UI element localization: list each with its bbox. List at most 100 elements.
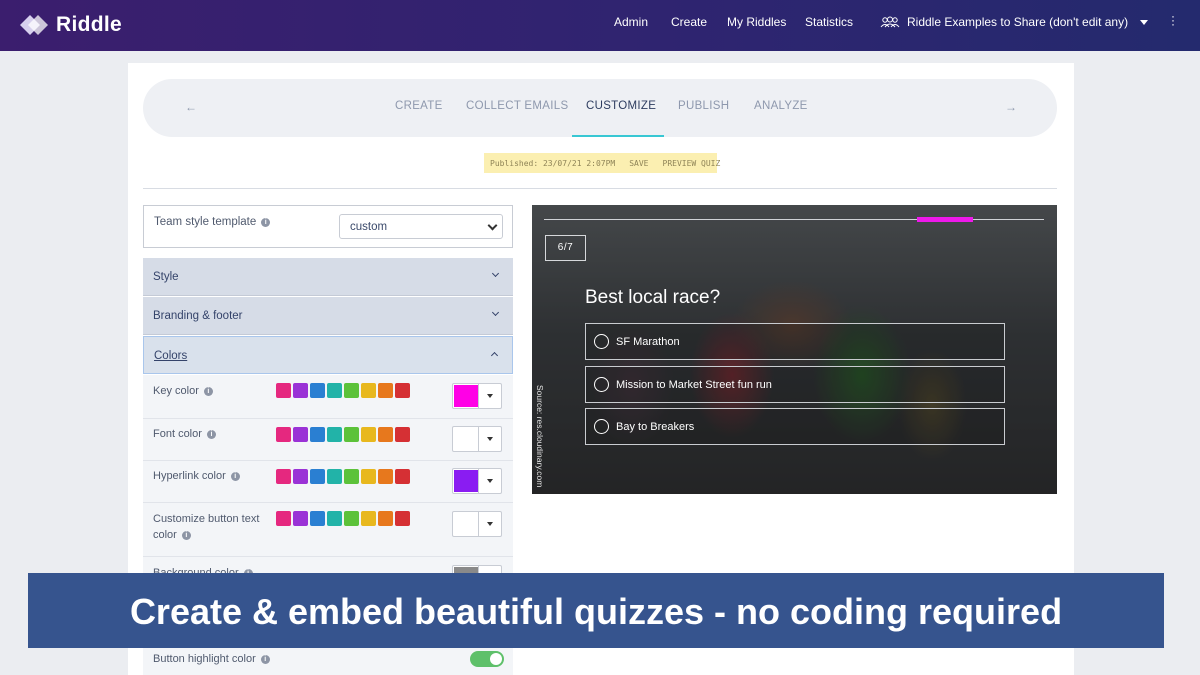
preview-quiz-button[interactable]: PREVIEW QUIZ [663,159,721,168]
info-icon[interactable]: i [203,387,213,396]
info-icon[interactable]: i [261,218,271,227]
button-text-color-picker[interactable] [452,511,502,537]
step-publish[interactable]: PUBLISH [678,100,729,112]
color-swatch[interactable] [378,383,393,398]
color-swatch[interactable] [327,469,342,484]
color-swatch[interactable] [395,383,410,398]
button-highlight-toggle[interactable] [470,651,504,667]
hyperlink-color-picker[interactable] [452,468,502,494]
answer-option[interactable]: Bay to Breakers [585,408,1005,445]
color-swatch[interactable] [378,469,393,484]
font-color-preview [454,428,478,450]
color-swatch[interactable] [378,511,393,526]
color-swatch[interactable] [395,469,410,484]
font-color-picker[interactable] [452,426,502,452]
answer-label: Bay to Breakers [616,421,695,433]
answer-option[interactable]: SF Marathon [585,323,1005,360]
step-analyze[interactable]: ANALYZE [754,100,808,112]
nav-my-riddles[interactable]: My Riddles [727,15,786,29]
picker-separator [478,512,479,536]
color-swatch[interactable] [344,469,359,484]
color-swatch[interactable] [276,427,291,442]
answer-option[interactable]: Mission to Market Street fun run [585,366,1005,403]
font-color-row: Font color i [143,419,513,461]
hyperlink-color-preview [454,470,478,492]
template-select[interactable]: custom [339,214,503,239]
key-color-row: Key color i [143,375,513,419]
section-style[interactable]: Style [143,258,513,296]
publish-status: Published: 23/07/21 2:07PM [490,158,616,168]
color-swatch[interactable] [361,427,376,442]
color-swatch[interactable] [327,511,342,526]
save-button[interactable]: SAVE [629,159,648,168]
step-create[interactable]: CREATE [395,100,443,112]
color-swatch[interactable] [327,427,342,442]
section-colors[interactable]: Colors [143,336,513,374]
color-swatch[interactable] [344,511,359,526]
publish-status-bar: Published: 23/07/21 2:07PM SAVE PREVIEW … [484,153,720,173]
color-swatch[interactable] [344,383,359,398]
team-selector[interactable]: Riddle Examples to Share (don't edit any… [880,15,1149,29]
riddle-logo[interactable]: Riddle [18,11,122,39]
color-swatch[interactable] [361,383,376,398]
color-swatch[interactable] [310,427,325,442]
section-style-label: Style [153,271,179,283]
color-swatch[interactable] [310,383,325,398]
button-text-color-row: Customize button text color i [143,503,513,557]
color-swatch[interactable] [293,427,308,442]
info-icon[interactable]: i [260,655,270,664]
font-color-label: Font color [153,428,202,440]
color-swatch[interactable] [310,469,325,484]
progress-indicator [916,217,973,222]
color-swatch[interactable] [344,427,359,442]
toggle-knob [490,653,502,665]
step-collect-emails[interactable]: COLLECT EMAILS [466,100,568,112]
more-menu-icon[interactable]: · · · [1171,10,1175,30]
color-swatch[interactable] [395,427,410,442]
color-swatch[interactable] [276,383,291,398]
nav-statistics[interactable]: Statistics [805,15,853,29]
question-title: Best local race? [585,287,721,308]
step-customize[interactable]: CUSTOMIZE [586,100,656,112]
button-highlight-label: Button highlight color [153,653,256,665]
color-swatch[interactable] [361,469,376,484]
key-color-preview [454,385,478,407]
font-color-label-wrap: Font color i [153,426,216,442]
step-navigation: ← CREATE COLLECT EMAILS CUSTOMIZE PUBLIS… [143,79,1057,137]
color-swatch[interactable] [293,469,308,484]
caret-down-icon [487,522,493,526]
chevron-down-icon [491,308,500,317]
color-swatch[interactable] [276,469,291,484]
brand-name: Riddle [56,13,122,36]
divider [143,188,1057,189]
hyperlink-color-row: Hyperlink color i [143,461,513,503]
color-swatch[interactable] [276,511,291,526]
info-icon[interactable]: i [230,472,240,481]
chevron-down-icon [491,269,500,278]
info-icon[interactable]: i [206,430,216,439]
hyperlink-color-label-wrap: Hyperlink color i [153,468,240,484]
swatch-palette [276,511,410,526]
arrow-left-icon[interactable]: ← [185,100,197,114]
radio-icon [594,419,609,434]
button-text-color-preview [454,513,478,535]
color-swatch[interactable] [378,427,393,442]
color-swatch[interactable] [361,511,376,526]
arrow-right-icon[interactable]: → [1005,100,1017,114]
swatch-palette [276,383,410,398]
color-swatch[interactable] [293,511,308,526]
section-branding-footer[interactable]: Branding & footer [143,297,513,335]
picker-separator [478,427,479,451]
color-swatch[interactable] [395,511,410,526]
color-swatch[interactable] [293,383,308,398]
color-swatch[interactable] [310,511,325,526]
swatch-palette [276,427,410,442]
key-color-picker[interactable] [452,383,502,409]
info-icon[interactable]: i [181,531,191,540]
color-swatch[interactable] [327,383,342,398]
chevron-down-icon [487,220,498,231]
chevron-down-icon [1140,19,1149,25]
question-counter: 6/7 [545,235,586,261]
nav-create[interactable]: Create [671,15,707,29]
nav-admin[interactable]: Admin [614,15,648,29]
